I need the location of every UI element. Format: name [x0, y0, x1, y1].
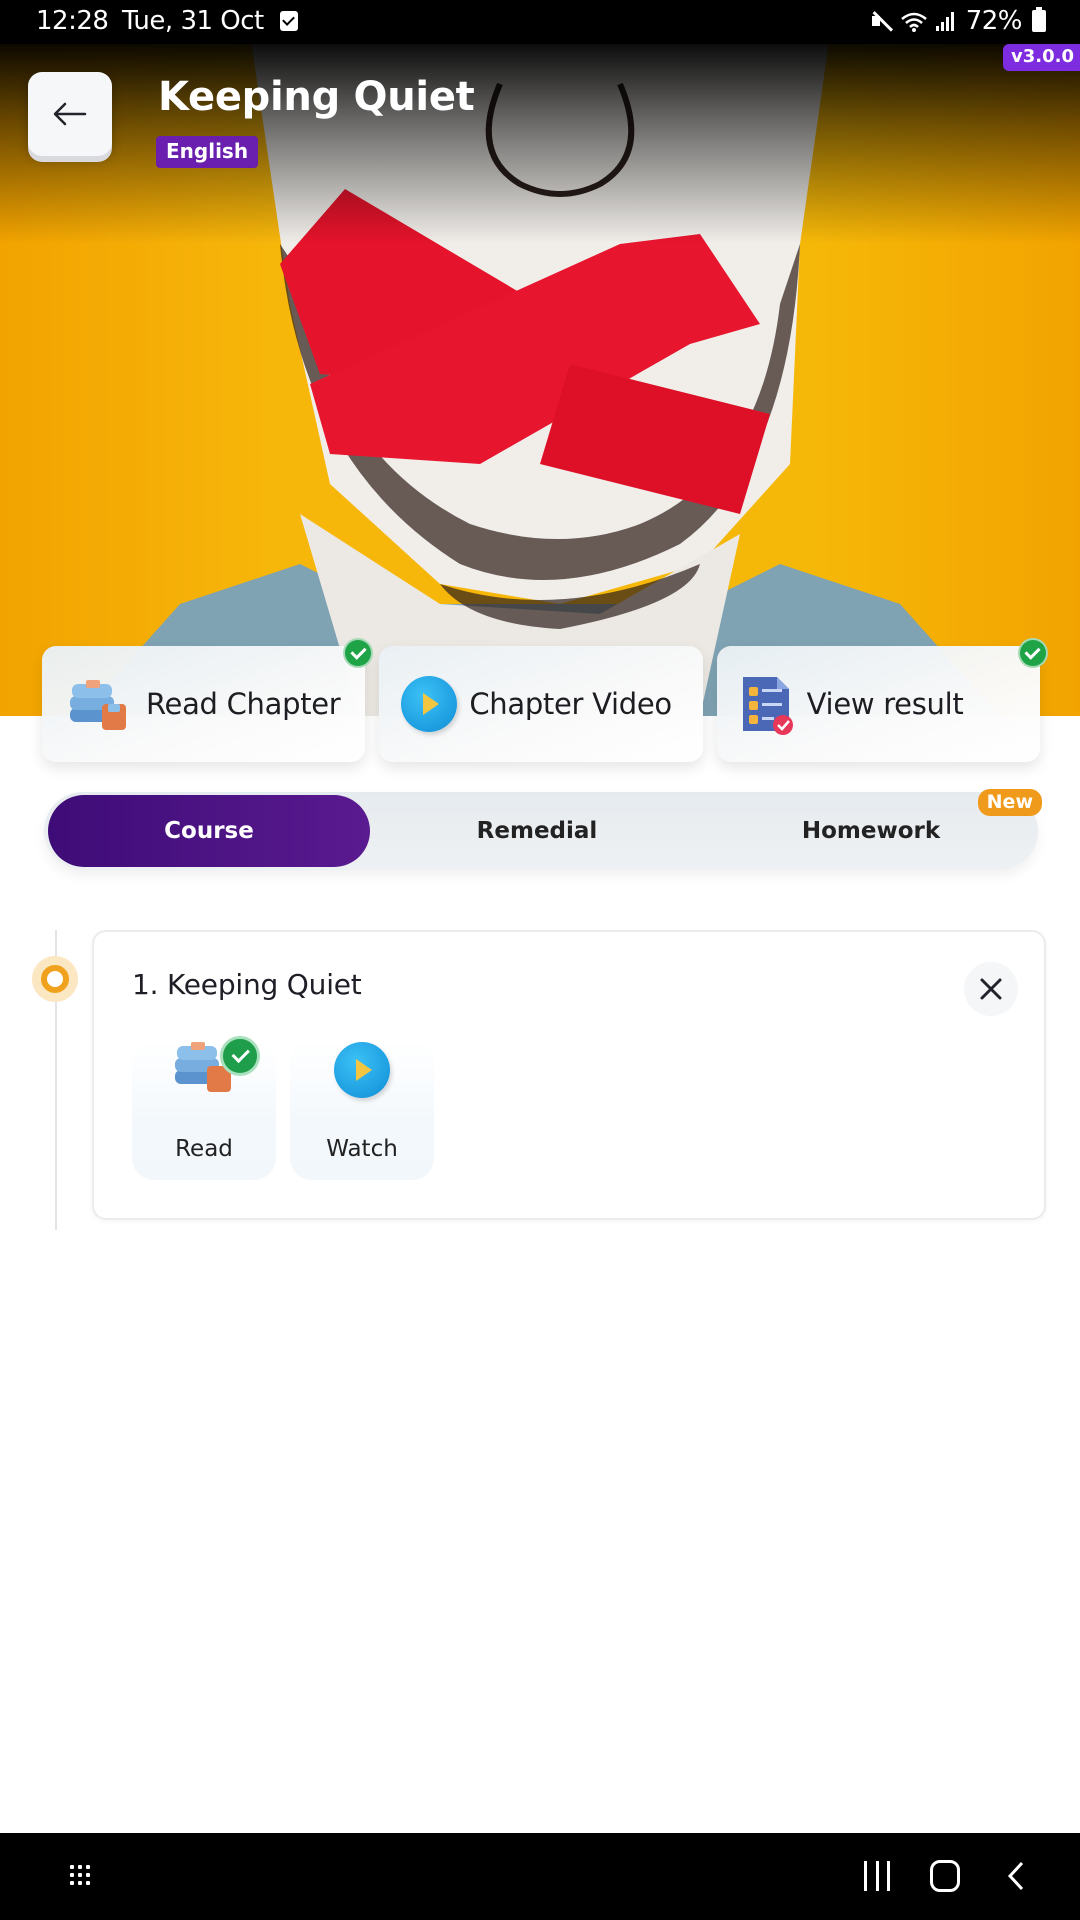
tab-homework[interactable]: Homework New: [704, 789, 1042, 867]
chapter-video-label: Chapter Video: [469, 687, 672, 721]
read-chapter-label: Read Chapter: [146, 687, 341, 721]
read-resource-label: Read: [175, 1136, 233, 1162]
status-date: Tue, 31 Oct: [122, 6, 264, 36]
watch-resource-button[interactable]: Watch: [290, 1040, 434, 1180]
recents-icon[interactable]: [864, 1861, 890, 1891]
status-bar: 12:28 Tue, 31 Oct 72%: [0, 0, 1080, 44]
timeline-dot-icon: [32, 956, 78, 1002]
completed-check-icon: [1017, 638, 1048, 668]
back-button[interactable]: [28, 72, 112, 156]
action-cards: Read Chapter Chapter Video View result: [42, 638, 1048, 762]
page-title: Keeping Quiet: [158, 74, 475, 120]
status-time: 12:28: [36, 6, 109, 36]
read-chapter-card[interactable]: Read Chapter: [42, 638, 374, 762]
play-icon: [401, 676, 458, 732]
tab-course[interactable]: Course: [48, 795, 370, 867]
home-icon[interactable]: [930, 1860, 960, 1892]
wifi-icon: [900, 10, 928, 32]
battery-icon: [1032, 7, 1046, 32]
language-badge: English: [156, 136, 259, 168]
view-result-label: View result: [806, 687, 964, 721]
mute-icon: [870, 10, 892, 32]
tab-homework-label: Homework: [801, 818, 941, 844]
battery-percent: 72%: [965, 6, 1023, 36]
view-result-card[interactable]: View result: [716, 638, 1048, 762]
new-badge: New: [977, 789, 1042, 816]
chapter-title: 1. Keeping Quiet: [132, 968, 362, 1001]
status-icons: 72%: [870, 6, 1046, 36]
completed-check-icon: [343, 638, 374, 668]
read-resource-button[interactable]: Read: [132, 1036, 276, 1180]
play-icon: [334, 1042, 390, 1098]
checkbox-notification-icon: [280, 11, 298, 31]
content-tabs: Course Remedial Homework New: [44, 789, 1042, 870]
result-document-icon: [742, 677, 793, 735]
version-badge: v3.0.0: [1003, 44, 1080, 71]
app-drawer-icon[interactable]: [70, 1865, 94, 1889]
books-icon: [70, 680, 126, 730]
signal-icon: [935, 11, 958, 31]
watch-icon-wrap: [334, 1042, 390, 1098]
back-icon[interactable]: [1004, 1861, 1028, 1891]
chapter-card: 1. Keeping Quiet Read Watch: [92, 930, 1046, 1220]
arrow-left-icon: [53, 102, 87, 126]
system-nav-bar: [0, 1833, 1080, 1920]
completed-check-icon: [220, 1036, 260, 1076]
watch-resource-label: Watch: [326, 1136, 398, 1162]
tab-remedial[interactable]: Remedial: [370, 795, 704, 867]
close-icon: [980, 978, 1002, 1000]
chapter-video-card[interactable]: Chapter Video: [379, 646, 703, 762]
close-button[interactable]: [964, 962, 1018, 1016]
